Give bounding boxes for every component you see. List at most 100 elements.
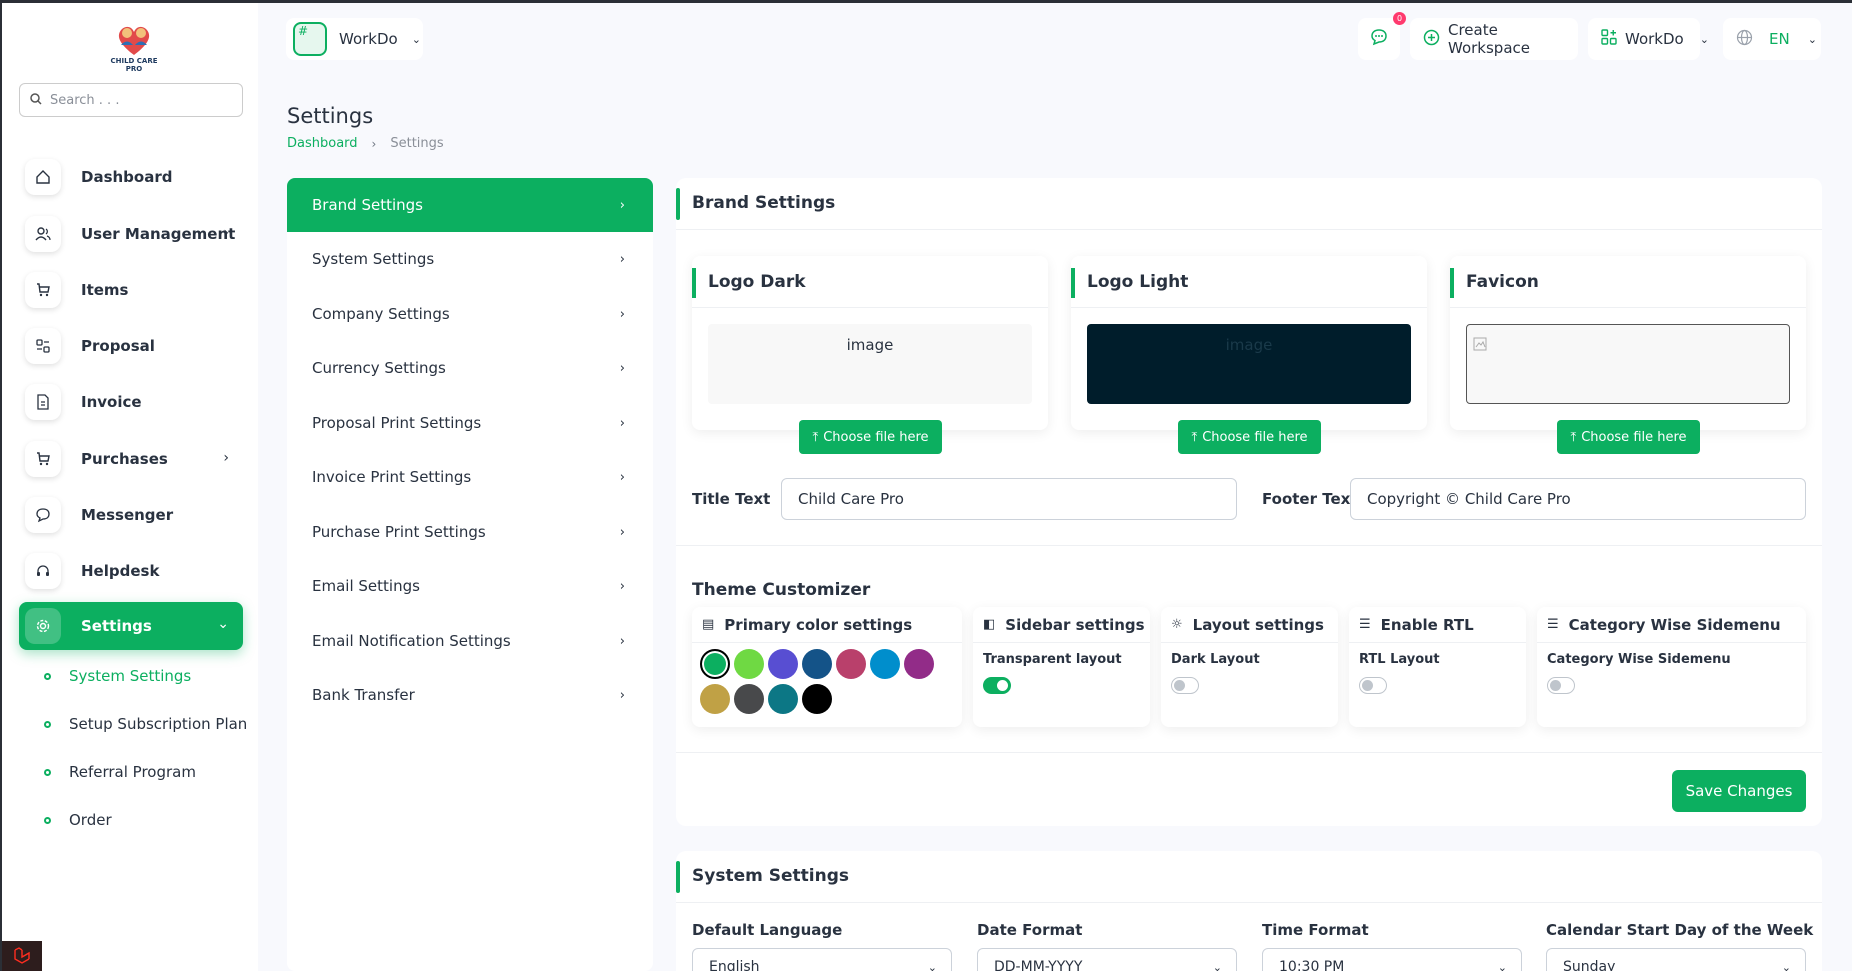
color-swatch[interactable] (768, 684, 798, 714)
sidebar-item-invoice[interactable]: Invoice (19, 379, 243, 425)
laravel-icon[interactable] (2, 941, 42, 971)
time-format-select[interactable]: 10:30 PM ⌄ (1262, 948, 1522, 971)
menu-item-invoice-print-settings[interactable]: Invoice Print Settings › (287, 450, 653, 504)
breadcrumb-home[interactable]: Dashboard (287, 136, 358, 151)
color-swatch[interactable] (734, 684, 764, 714)
sidebar: CHILD CARE PRO Search . . . Dashboard Us… (2, 3, 258, 971)
sidebar-subitem-label: Referral Program (69, 763, 196, 781)
color-swatch[interactable] (700, 684, 730, 714)
menu-item-label: System Settings (312, 250, 435, 268)
primary-color-title: Primary color settings (724, 615, 913, 634)
favicon-upload-button[interactable]: ⤒ Choose file here (1557, 420, 1700, 454)
color-swatch[interactable] (734, 649, 764, 679)
menu-item-system-settings[interactable]: System Settings › (287, 232, 653, 286)
sidebar-item-label: Invoice (81, 393, 142, 411)
color-swatch[interactable] (700, 649, 730, 679)
calendar-start-label: Calendar Start Day of the Week (1546, 921, 1814, 939)
sidebar-item-purchases[interactable]: Purchases › (19, 436, 243, 482)
logo-text: CHILD CARE (110, 57, 158, 65)
logo-dark-upload-button[interactable]: ⤒ Choose file here (799, 420, 942, 454)
divider (676, 752, 1822, 753)
logo-light-upload-button[interactable]: ⤒ Choose file here (1178, 420, 1321, 454)
sidebar-item-items[interactable]: Items (19, 267, 243, 313)
sidebar-subitem-subscription[interactable]: Setup Subscription Plan (44, 715, 247, 733)
sidebar-subitem-system-settings[interactable]: System Settings (44, 667, 191, 685)
menu-item-bank-transfer[interactable]: Bank Transfer › (287, 668, 653, 722)
accent-bar (676, 188, 680, 220)
color-swatch[interactable] (802, 684, 832, 714)
sidebar-item-settings[interactable]: Settings ⌄ (19, 602, 243, 650)
sidebar-subitem-referral[interactable]: Referral Program (44, 763, 196, 781)
messages-button[interactable]: 0 (1358, 12, 1406, 60)
menu-item-brand-settings[interactable]: Brand Settings › (287, 178, 653, 232)
sidebar-item-proposal[interactable]: Proposal (19, 323, 243, 369)
rtl-layout-toggle[interactable] (1359, 677, 1387, 694)
category-sidemenu-label: Category Wise Sidemenu (1547, 652, 1731, 667)
search-box[interactable]: Search . . . (19, 83, 243, 117)
chat-icon (1370, 28, 1388, 50)
menu-item-label: Invoice Print Settings (312, 468, 472, 486)
workspace-name: WorkDo (339, 30, 398, 48)
default-language-select[interactable]: English ⌄ (692, 948, 952, 971)
menu-item-label: Currency Settings (312, 359, 446, 377)
upload-button-label: Choose file here (1581, 429, 1687, 445)
default-language-label: Default Language (692, 921, 843, 939)
footer-text-label: Footer Text (1262, 490, 1358, 508)
color-swatch[interactable] (768, 649, 798, 679)
sidebar-item-helpdesk[interactable]: Helpdesk (19, 548, 243, 594)
create-workspace-label: Create Workspace (1448, 21, 1530, 57)
footer-text-input[interactable]: Copyright © Child Care Pro (1350, 478, 1806, 520)
sidebar-subitem-order[interactable]: Order (44, 811, 112, 829)
color-swatch[interactable] (870, 649, 900, 679)
search-input[interactable]: Search . . . (50, 93, 119, 108)
primary-color-card: ▤ Primary color settings (692, 607, 962, 727)
favicon-preview (1466, 324, 1790, 404)
grid-icon (1601, 29, 1617, 49)
transparent-layout-toggle[interactable] (983, 677, 1011, 694)
app-logo[interactable]: CHILD CARE PRO (102, 23, 166, 79)
logo-dark-preview: image (708, 324, 1032, 404)
category-sidemenu-toggle[interactable] (1547, 677, 1575, 694)
align-icon: ☰ (1359, 617, 1371, 632)
menu-item-email-notification-settings[interactable]: Email Notification Settings › (287, 614, 653, 668)
workspace-selector[interactable]: # WorkDo ⌄ (286, 18, 423, 60)
breadcrumb-current: Settings (390, 136, 444, 151)
users-icon (25, 216, 61, 252)
dark-layout-toggle[interactable] (1171, 677, 1199, 694)
page-title: Settings (287, 104, 374, 128)
menu-item-currency-settings[interactable]: Currency Settings › (287, 341, 653, 395)
menu-item-email-settings[interactable]: Email Settings › (287, 559, 653, 613)
logo-dark-title: Logo Dark (708, 272, 806, 292)
menu-item-proposal-print-settings[interactable]: Proposal Print Settings › (287, 396, 653, 450)
save-changes-button[interactable]: Save Changes (1672, 770, 1806, 812)
favicon-title: Favicon (1466, 272, 1539, 292)
chevron-down-icon: ⌄ (217, 616, 229, 632)
color-swatch[interactable] (802, 649, 832, 679)
chevron-right-icon: › (223, 225, 229, 241)
sidebar-item-user-management[interactable]: User Management › (19, 211, 243, 257)
sun-icon: ☼ (1171, 617, 1183, 632)
language-selector[interactable]: EN ⌄ (1723, 18, 1821, 60)
color-swatch[interactable] (836, 649, 866, 679)
workspace-switch-label: WorkDo (1625, 30, 1684, 48)
color-swatch[interactable] (904, 649, 934, 679)
chevron-down-icon: ⌄ (1699, 32, 1709, 46)
chevron-right-icon: › (619, 524, 625, 540)
select-value: DD-MM-YYYY (994, 959, 1083, 971)
workspace-switch-button[interactable]: WorkDo ⌄ (1588, 18, 1709, 60)
workspace-avatar: # (293, 22, 327, 56)
menu-item-purchase-print-settings[interactable]: Purchase Print Settings › (287, 505, 653, 559)
calendar-start-select[interactable]: Sunday ⌄ (1546, 948, 1806, 971)
menu-item-company-settings[interactable]: Company Settings › (287, 287, 653, 341)
card-header: Brand Settings (676, 178, 1822, 230)
bullet-icon (44, 720, 51, 728)
notification-badge: 0 (1393, 12, 1406, 25)
date-format-select[interactable]: DD-MM-YYYY ⌄ (977, 948, 1237, 971)
chevron-down-icon: ⌄ (1212, 961, 1222, 971)
chevron-right-icon: › (371, 136, 377, 151)
sidebar-subitem-label: Setup Subscription Plan (69, 715, 248, 733)
sidebar-item-dashboard[interactable]: Dashboard (19, 154, 243, 200)
title-text-input[interactable]: Child Care Pro (781, 478, 1237, 520)
create-workspace-button[interactable]: Create Workspace (1410, 18, 1578, 60)
sidebar-item-messenger[interactable]: Messenger (19, 492, 243, 538)
